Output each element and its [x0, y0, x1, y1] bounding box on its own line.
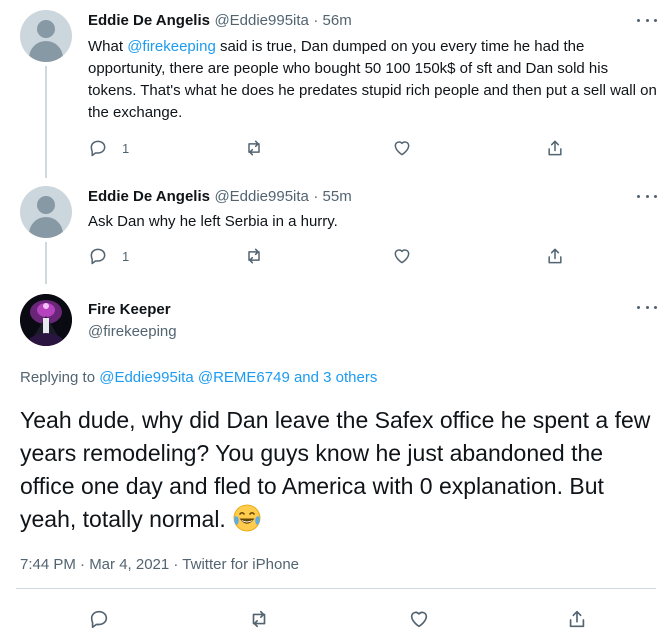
reply-count: 1: [122, 140, 130, 156]
reply-count: 1: [122, 248, 130, 264]
avatar[interactable]: [20, 294, 72, 346]
divider: [16, 588, 656, 589]
author-name[interactable]: Eddie De Angelis: [88, 12, 210, 29]
tweet-timestamp[interactable]: 7:44 PM · Mar 4, 2021 · Twitter for iPho…: [20, 556, 299, 573]
avatar[interactable]: [20, 10, 72, 62]
tweet-time[interactable]: · 55m: [313, 188, 351, 205]
avatar[interactable]: [20, 186, 72, 238]
author-handle[interactable]: @Eddie995ita: [214, 12, 308, 29]
others-link[interactable]: and 3 others: [294, 369, 377, 386]
face-with-tears-of-joy-icon: [232, 503, 262, 533]
share-icon: [569, 610, 585, 628]
tweet-time[interactable]: · 56m: [313, 12, 351, 29]
author-handle[interactable]: @firekeeping: [88, 323, 177, 340]
reply-button[interactable]: 1: [88, 138, 129, 158]
main-tweet-text: Yeah dude, why did Dan leave the Safex o…: [20, 407, 651, 533]
like-icon: [394, 249, 410, 264]
retweet-icon: [248, 248, 260, 264]
mention-link[interactable]: @firekeeping: [127, 38, 216, 55]
thread-line: [45, 66, 47, 178]
like-button[interactable]: [392, 246, 412, 266]
author-handle[interactable]: @Eddie995ita: [214, 188, 308, 205]
retweet-button[interactable]: [248, 608, 270, 630]
retweet-icon: [248, 140, 260, 156]
author-name[interactable]: Fire Keeper: [88, 301, 171, 318]
tweet-header: Eddie De Angelis @Eddie995ita · 55m: [88, 188, 352, 206]
more-icon[interactable]: [637, 306, 657, 312]
reply-icon: [90, 248, 106, 265]
thread-line: [45, 242, 47, 284]
reply-button[interactable]: [88, 608, 110, 630]
reply-icon: [90, 610, 108, 629]
share-button[interactable]: [545, 138, 565, 158]
fire-keeper-avatar-art: [20, 294, 72, 346]
tweet-text: Ask Dan why he left Serbia in a hurry.: [88, 213, 338, 230]
retweet-button[interactable]: [244, 138, 264, 158]
tweet-header: Eddie De Angelis @Eddie995ita · 56m: [88, 12, 352, 30]
like-button[interactable]: [392, 138, 412, 158]
author-name[interactable]: Eddie De Angelis: [88, 188, 210, 205]
like-icon: [394, 141, 410, 156]
mention-link[interactable]: @REME6749: [198, 369, 290, 386]
like-icon: [410, 611, 428, 628]
reply-button[interactable]: 1: [88, 246, 129, 266]
like-button[interactable]: [408, 608, 430, 630]
replying-to: Replying to @Eddie995ita @REME6749 and 3…: [20, 369, 378, 386]
share-icon: [548, 248, 562, 264]
more-icon[interactable]: [637, 19, 657, 25]
share-button[interactable]: [545, 246, 565, 266]
mention-link[interactable]: @Eddie995ita: [99, 369, 193, 386]
reply-icon: [90, 140, 106, 157]
more-icon[interactable]: [637, 195, 657, 201]
share-button[interactable]: [566, 608, 588, 630]
tweet-text: What @firekeeping said is true, Dan dump…: [88, 38, 657, 121]
share-icon: [548, 140, 562, 156]
retweet-button[interactable]: [244, 246, 264, 266]
retweet-icon: [252, 610, 266, 628]
